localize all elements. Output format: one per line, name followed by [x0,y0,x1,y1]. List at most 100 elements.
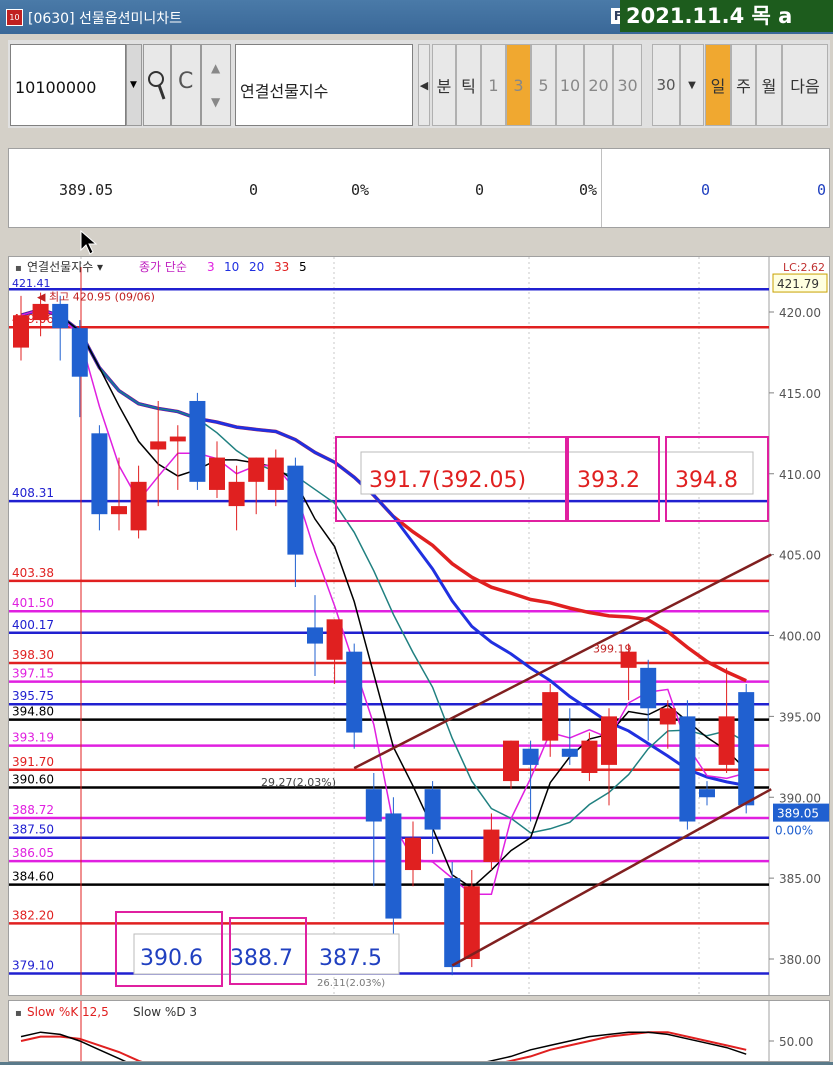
period-button-label: 30 [617,75,638,95]
price-chart-pane[interactable]: 420.00 415.00 410.00 405.00 400.00 395.00 390.… [8,256,830,996]
search-icon [148,71,166,100]
level-label: 386.05 [12,846,54,860]
candle-body [463,886,480,959]
candle-body [679,716,696,822]
legend-ma-period: 10 [224,260,239,274]
candle-body [718,716,735,765]
annotation-lower-2: 388.7 [230,946,293,971]
period-button-label: 1 [488,75,499,95]
period-button-5[interactable]: 5 [531,44,556,126]
candle-body [424,789,441,830]
last-price-label: 389.05 [777,807,819,821]
legend-slow-k: Slow %K 12,5 [27,1005,109,1019]
candle-body [640,667,657,709]
top-price-label: 421.79 [777,277,819,291]
candle-body [267,457,284,490]
stochastic-pane[interactable]: ▪ Slow %K 12,5 Slow %D 3 50.00 [8,1000,830,1065]
candle-body [522,748,539,765]
y-tick-label: 410.00 [779,468,821,482]
code-value: 10100000 [15,78,97,97]
arrow-up-icon: ▲ [211,61,221,75]
dropdown-arrow-icon: ▼ [130,80,137,90]
annotation-upper-3: 394.8 [675,468,738,493]
candle-body [542,692,559,741]
legend-marker-icon: ▪ [15,1008,22,1019]
candle-body [444,878,461,968]
level-label: 391.70 [12,755,54,769]
legend-marker-icon: ▪ [15,263,22,274]
period-button-3[interactable]: 1 [481,44,506,126]
level-label: 387.50 [12,823,54,837]
level-label: 397.15 [12,667,54,681]
code-dropdown-button[interactable]: ▼ [126,44,142,126]
candle-body [561,748,578,757]
range-button-3[interactable]: 월 [756,44,782,126]
candle-body [150,441,167,450]
range-button-label: 월 [761,77,777,96]
period-button-7[interactable]: 20 [584,44,613,126]
date-overlay: 2021.11.4 목 a [620,0,833,32]
chart-type-button[interactable]: C [171,44,201,126]
candle-body [346,651,363,733]
last-pct-label: 0.00% [775,824,813,838]
moving-average-ma20 [20,308,747,787]
lc-label: LC:2.62 [783,261,825,274]
change-pct-value: 0% [351,181,370,199]
period-button-label: 틱 [461,77,476,96]
range-label: 29.27(2.03%) [261,776,336,789]
candle-body [326,619,343,660]
legend-ma-period: 33 [274,260,289,274]
y-tick-label: 420.00 [779,306,821,320]
period-button-label: 5 [538,75,549,95]
y-tick-label: 380.00 [779,953,821,967]
candle-body [503,740,519,782]
search-button[interactable] [143,44,171,126]
period-button-label: 20 [588,75,609,95]
scroll-left-button[interactable]: ◀ [418,44,430,126]
level-label: 379.10 [12,959,54,973]
range-button-label: 다음 [790,77,820,96]
volume-value: 0 [475,181,485,199]
low-pct-label: 26.11(2.03%) [317,978,385,989]
candle-body [483,829,500,862]
corner-level-label: 421.41 [12,277,51,290]
price-chart[interactable]: 420.00 415.00 410.00 405.00 400.00 395.00 390.… [9,257,829,995]
period-button-2[interactable]: 틱 [456,44,481,126]
y-tick-label: 400.00 [779,630,821,644]
peak-label: 399.19 [593,643,632,656]
instrument-name-field[interactable]: 연결선물지수 [235,44,413,126]
range-button-4[interactable]: 다음 [782,44,828,126]
period-button-6[interactable]: 10 [556,44,584,126]
code-input[interactable]: 10100000 [10,44,126,126]
period-button-1[interactable]: 분 [432,44,456,126]
stochastic-chart[interactable]: ▪ Slow %K 12,5 Slow %D 3 50.00 [9,1001,829,1065]
period-button-4[interactable]: 3 [506,44,531,126]
period-button-label: 분 [436,77,452,96]
period-button-8[interactable]: 30 [613,44,642,126]
volume-pct-value: 0% [579,181,598,199]
info-divider [601,149,602,227]
count-dropdown-button[interactable]: ▼ [680,44,704,126]
range-button-2[interactable]: 주 [731,44,756,126]
level-label: 408.31 [12,486,54,500]
level-label: 382.20 [12,908,54,922]
app-window: 10 [0630] 선물옵션미니차트 F 2021.11.4 목 a 10100… [0,0,833,1065]
legend-name: 연결선물지수 ▾ [27,260,103,274]
candle-body [189,400,206,482]
candle-body [169,436,186,442]
app-icon: 10 [6,9,23,26]
level-label: 403.38 [12,566,54,580]
moving-average-ma33 [20,307,747,683]
count-select[interactable]: 30 [652,44,680,126]
high-price-label: ◀ 최고 420.95 (09/06) [37,291,155,304]
y-tick-label: 395.00 [779,710,821,724]
legend-ma-period: 3 [207,260,215,274]
candle-body [91,433,108,515]
range-button-1[interactable]: 일 [705,44,731,126]
legend-ma-period: 20 [249,260,264,274]
legend-ma-label: 종가 단순 [139,260,187,274]
stepper-control[interactable]: ▲ ▼ [201,44,231,126]
arrow-down-icon: ▼ [211,95,221,109]
quote-info-bar: 389.05 0 0% 0 0% 0 0 [8,148,830,228]
level-label: 388.72 [12,803,54,817]
